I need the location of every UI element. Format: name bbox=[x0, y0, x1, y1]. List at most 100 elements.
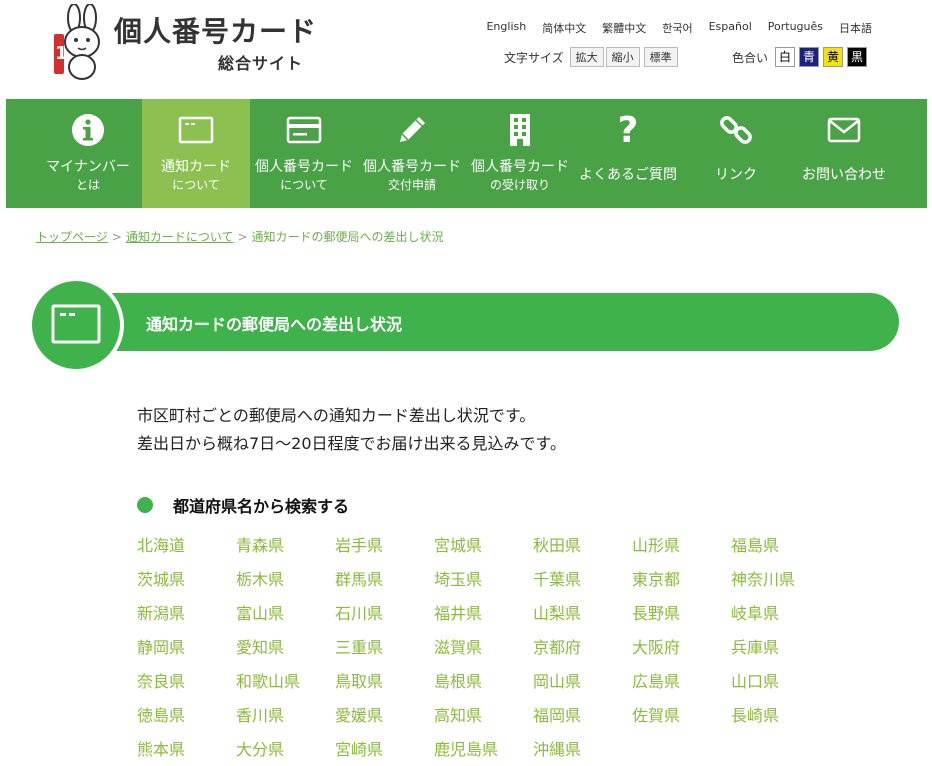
nav-item-contact[interactable]: お問い合わせ bbox=[790, 99, 898, 208]
breadcrumb-home-link[interactable]: トップページ bbox=[36, 230, 108, 244]
lang-simplified-chinese[interactable]: 简体中文 bbox=[542, 20, 586, 36]
prefecture-link[interactable]: 栃木県 bbox=[236, 567, 335, 601]
prefecture-link[interactable]: 岩手県 bbox=[335, 533, 434, 567]
color-blue-button[interactable]: 青 bbox=[799, 47, 820, 67]
prefecture-link[interactable]: 熊本県 bbox=[137, 737, 236, 766]
nav-label-line1: マイナンバー bbox=[46, 159, 130, 175]
prefecture-link[interactable]: 島根県 bbox=[434, 669, 533, 703]
prefecture-link[interactable]: 宮城県 bbox=[434, 533, 533, 567]
nav-label-line1: お問い合わせ bbox=[802, 167, 886, 183]
language-switcher: English 简体中文 繁體中文 한국어 Español Português … bbox=[486, 20, 872, 36]
nav-item-faq[interactable]: ? よくあるご質問 bbox=[574, 99, 682, 208]
nav-label-line1: 個人番号カード bbox=[255, 159, 353, 175]
prefecture-link[interactable]: 山口県 bbox=[731, 669, 830, 703]
nav-label-line1: リンク bbox=[715, 167, 757, 183]
prefecture-link[interactable]: 高知県 bbox=[434, 703, 533, 737]
prefecture-link[interactable]: 兵庫県 bbox=[731, 635, 830, 669]
mail-icon bbox=[827, 117, 861, 143]
intro-line-1: 市区町村ごとの郵便局への通知カード差出し状況です。 bbox=[137, 406, 536, 425]
lang-spanish[interactable]: Español bbox=[709, 20, 752, 36]
font-size-shrink-button[interactable]: 縮小 bbox=[605, 47, 640, 67]
prefecture-link[interactable]: 埼玉県 bbox=[434, 567, 533, 601]
prefecture-link[interactable]: 長崎県 bbox=[731, 703, 830, 737]
nav-item-card-receipt[interactable]: 個人番号カード の受け取り bbox=[466, 99, 574, 208]
nav-label-line1: 個人番号カード bbox=[363, 159, 461, 175]
section-heading: 都道府県名から検索する bbox=[137, 493, 349, 517]
prefecture-link-grid: 北海道 青森県 岩手県 宮城県 秋田県 山形県 福島県茨城県 栃木県 群馬県 埼玉県 千葉県 東京都神… bbox=[137, 533, 830, 766]
prefecture-link[interactable]: 長野県 bbox=[632, 601, 731, 635]
prefecture-link[interactable]: 愛媛県 bbox=[335, 703, 434, 737]
color-yellow-button[interactable]: 黄 bbox=[823, 47, 844, 67]
prefecture-link[interactable]: 福岡県 bbox=[533, 703, 632, 737]
prefecture-link[interactable]: 徳島県 bbox=[137, 703, 236, 737]
lang-korean[interactable]: 한국어 bbox=[662, 20, 692, 36]
color-white-button[interactable]: 白 bbox=[775, 47, 796, 67]
nav-label-line2: について bbox=[172, 178, 220, 192]
prefecture-link[interactable]: 三重県 bbox=[335, 635, 434, 669]
prefecture-link[interactable]: 秋田県 bbox=[533, 533, 632, 567]
prefecture-link[interactable]: 大阪府 bbox=[632, 635, 731, 669]
prefecture-link[interactable]: 静岡県 bbox=[137, 635, 236, 669]
prefecture-link[interactable]: 青森県 bbox=[236, 533, 335, 567]
lang-english[interactable]: English bbox=[486, 20, 526, 36]
color-scheme-label: 色合い bbox=[732, 50, 769, 65]
site-title[interactable]: 個人番号カード bbox=[114, 10, 317, 50]
prefecture-link[interactable]: 奈良県 bbox=[137, 669, 236, 703]
building-icon bbox=[510, 114, 530, 146]
prefecture-link[interactable]: 岐阜県 bbox=[731, 601, 830, 635]
prefecture-link[interactable]: 愛知県 bbox=[236, 635, 335, 669]
prefecture-link[interactable]: 沖縄県 bbox=[533, 737, 632, 766]
prefecture-link[interactable]: 佐賀県 bbox=[632, 703, 731, 737]
breadcrumb-separator: > bbox=[237, 230, 248, 244]
nav-item-links[interactable]: リンク bbox=[682, 99, 790, 208]
prefecture-link[interactable]: 茨城県 bbox=[137, 567, 236, 601]
font-size-controls: 文字サイズ 拡大 縮小 標準 bbox=[504, 47, 678, 67]
nav-item-notification-card[interactable]: 通知カード について bbox=[142, 99, 250, 208]
prefecture-link[interactable]: 福島県 bbox=[731, 533, 830, 567]
site-subtitle: 総合サイト bbox=[218, 54, 304, 73]
prefecture-link[interactable]: 香川県 bbox=[236, 703, 335, 737]
nav-label-line1: 通知カード bbox=[161, 159, 231, 175]
nav-label-line1: よくあるご質問 bbox=[579, 167, 677, 183]
mascot-logo[interactable]: 1 bbox=[52, 3, 112, 80]
prefecture-link[interactable]: 山梨県 bbox=[533, 601, 632, 635]
color-scheme-controls: 色合い 白 青 黄 黒 bbox=[732, 47, 868, 67]
section-heading-text: 都道府県名から検索する bbox=[173, 497, 350, 516]
lang-traditional-chinese[interactable]: 繁體中文 bbox=[602, 20, 646, 36]
svg-text:?: ? bbox=[618, 112, 639, 148]
prefecture-link[interactable]: 石川県 bbox=[335, 601, 434, 635]
prefecture-link[interactable]: 鳥取県 bbox=[335, 669, 434, 703]
font-size-standard-button[interactable]: 標準 bbox=[643, 47, 678, 67]
nav-label-line2: 交付申請 bbox=[387, 178, 436, 192]
nav-item-my-number[interactable]: マイナンバー とは bbox=[34, 99, 142, 208]
font-size-enlarge-button[interactable]: 拡大 bbox=[569, 47, 604, 67]
prefecture-link[interactable]: 大分県 bbox=[236, 737, 335, 766]
prefecture-link[interactable]: 神奈川県 bbox=[731, 567, 830, 601]
prefecture-link[interactable]: 千葉県 bbox=[533, 567, 632, 601]
prefecture-link[interactable]: 福井県 bbox=[434, 601, 533, 635]
lang-japanese[interactable]: 日本語 bbox=[839, 20, 872, 36]
prefecture-link[interactable]: 富山県 bbox=[236, 601, 335, 635]
prefecture-link[interactable]: 広島県 bbox=[632, 669, 731, 703]
color-black-button[interactable]: 黒 bbox=[847, 47, 868, 67]
lang-portuguese[interactable]: Português bbox=[768, 20, 823, 36]
prefecture-link[interactable]: 鹿児島県 bbox=[434, 737, 533, 766]
prefecture-link[interactable]: 群馬県 bbox=[335, 567, 434, 601]
prefecture-link[interactable]: 山形県 bbox=[632, 533, 731, 567]
breadcrumb-parent-link[interactable]: 通知カードについて bbox=[126, 230, 234, 244]
svg-text:1: 1 bbox=[55, 43, 68, 64]
nav-item-card-application[interactable]: 個人番号カード 交付申請 bbox=[358, 99, 466, 208]
prefecture-link[interactable]: 京都府 bbox=[533, 635, 632, 669]
pencil-icon bbox=[400, 117, 425, 142]
nav-item-individual-card[interactable]: 個人番号カード について bbox=[250, 99, 358, 208]
prefecture-link[interactable]: 岡山県 bbox=[533, 669, 632, 703]
nav-label-line2: の受け取り bbox=[489, 178, 550, 192]
prefecture-link[interactable]: 北海道 bbox=[137, 533, 236, 567]
prefecture-link[interactable]: 新潟県 bbox=[137, 601, 236, 635]
prefecture-link[interactable]: 和歌山県 bbox=[236, 669, 335, 703]
prefecture-link[interactable]: 東京都 bbox=[632, 567, 731, 601]
prefecture-link[interactable]: 宮崎県 bbox=[335, 737, 434, 766]
page-title: 通知カードの郵便局への差出し状況 bbox=[146, 315, 403, 334]
nav-label-line2: について bbox=[280, 178, 328, 192]
prefecture-link[interactable]: 滋賀県 bbox=[434, 635, 533, 669]
